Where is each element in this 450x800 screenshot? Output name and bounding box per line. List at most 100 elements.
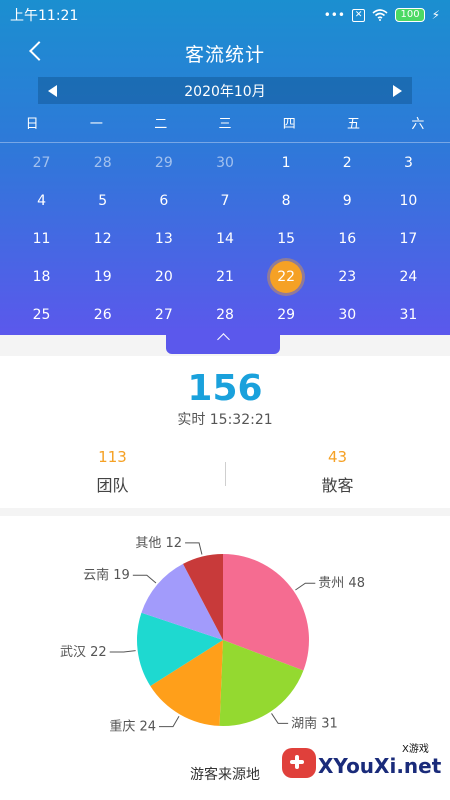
calendar-day[interactable]: 4 xyxy=(11,185,72,217)
team-count: 113 xyxy=(98,448,127,466)
calendar-day[interactable]: 23 xyxy=(317,261,378,293)
calendar-day-number: 28 xyxy=(216,307,234,323)
calendar-day[interactable]: 19 xyxy=(72,261,133,293)
calendar-day[interactable]: 22 xyxy=(256,261,317,293)
calendar-grid: 27 28 29 30 1 2 3 4 5 6 7 8 9 10 11 12 13 14 15 16 17 18 19 20 2… xyxy=(11,144,439,334)
gamepad-logo-icon xyxy=(282,748,316,778)
next-month-icon[interactable] xyxy=(392,84,402,97)
calendar-day[interactable]: 30 xyxy=(317,299,378,331)
weekday-label: 三 xyxy=(218,117,232,132)
more-dots-icon: ••• xyxy=(323,8,345,22)
calendar-week-row: 4 5 6 7 8 9 10 xyxy=(11,182,439,220)
weekday-label: 二 xyxy=(154,117,168,132)
pie-leader-line xyxy=(132,574,157,584)
calendar-day-number: 13 xyxy=(154,231,173,247)
calendar-day[interactable]: 27 xyxy=(133,299,194,331)
title-bar: 客流统计 xyxy=(0,30,450,76)
page-title: 客流统计 xyxy=(184,43,265,66)
calendar-day-number: 27 xyxy=(154,307,173,323)
calendar-day[interactable]: 10 xyxy=(378,185,439,217)
pie-label: 湖南 31 xyxy=(291,715,338,731)
calendar-day[interactable]: 30 xyxy=(194,147,255,179)
watermark: X游戏 XYouXi.net xyxy=(282,740,442,790)
calendar-day[interactable]: 28 xyxy=(194,299,255,331)
calendar-day[interactable]: 21 xyxy=(194,261,255,293)
calendar-day-number: 2 xyxy=(342,155,352,171)
calendar-day[interactable]: 13 xyxy=(133,223,194,255)
pie-label: 武汉 22 xyxy=(60,645,107,660)
calendar-day-number: 5 xyxy=(98,193,108,209)
calendar-day[interactable]: 29 xyxy=(256,299,317,331)
calendar-day[interactable]: 18 xyxy=(11,261,72,293)
calendar-day[interactable]: 9 xyxy=(317,185,378,217)
calendar-day-number: 31 xyxy=(399,307,418,323)
calendar-day-number: 1 xyxy=(281,155,291,171)
calendar-day-number: 18 xyxy=(32,269,51,285)
calendar-day[interactable]: 28 xyxy=(72,147,133,179)
individual-label: 散客 xyxy=(321,476,354,495)
watermark-small-text: X游戏 xyxy=(402,744,429,755)
calendar-day[interactable]: 24 xyxy=(378,261,439,293)
individual-stat: 43 散客 xyxy=(225,448,450,496)
calendar-day[interactable]: 26 xyxy=(72,299,133,331)
weekday-header: 日 一 二 三 四 五 六 xyxy=(0,113,450,137)
calendar-day-number: 17 xyxy=(399,231,418,247)
calendar-day-number: 25 xyxy=(32,307,51,323)
calendar-day-number: 3 xyxy=(403,155,413,171)
calendar-day[interactable]: 11 xyxy=(11,223,72,255)
calendar-day-number: 19 xyxy=(93,269,112,285)
calendar-day-number: 30 xyxy=(338,307,357,323)
wifi-icon xyxy=(372,9,388,21)
calendar-day-number: 6 xyxy=(159,193,169,209)
weekday-divider xyxy=(0,142,450,143)
calendar-day[interactable]: 6 xyxy=(133,185,194,217)
calendar-day-number: 26 xyxy=(93,307,112,323)
calendar-week-row: 27 28 29 30 1 2 3 xyxy=(11,144,439,182)
calendar-header: 上午11:21 ••• ✕ 100 ⚡ 客流统计 2020年10月 日 一 二 … xyxy=(0,0,450,335)
calendar-day-number: 27 xyxy=(32,155,51,171)
calendar-day[interactable]: 1 xyxy=(256,147,317,179)
calendar-day-number: 4 xyxy=(37,193,47,209)
calendar-day[interactable]: 16 xyxy=(317,223,378,255)
calendar-day[interactable]: 31 xyxy=(378,299,439,331)
prev-month-icon[interactable] xyxy=(48,84,57,97)
calendar-day-number: 14 xyxy=(216,231,234,247)
back-icon[interactable] xyxy=(26,41,48,63)
origin-pie-chart: 贵州 48 湖南 31 重庆 24 武汉 22 云南 19 其他 12 xyxy=(60,536,365,735)
calendar-day-number: 29 xyxy=(154,155,173,171)
calendar-day[interactable]: 20 xyxy=(133,261,194,293)
calendar-day[interactable]: 29 xyxy=(133,147,194,179)
pie-leader-line xyxy=(109,650,136,653)
calendar-day[interactable]: 14 xyxy=(194,223,255,255)
calendar-day[interactable]: 12 xyxy=(72,223,133,255)
calendar-day-number: 10 xyxy=(399,193,418,209)
calendar-day[interactable]: 7 xyxy=(194,185,255,217)
calendar-day[interactable]: 15 xyxy=(256,223,317,255)
calendar-day-number: 21 xyxy=(216,269,234,285)
status-time: 上午11:21 xyxy=(10,8,79,24)
calendar-week-row: 18 19 20 21 22 23 24 xyxy=(11,258,439,296)
calendar-day[interactable]: 27 xyxy=(11,147,72,179)
calendar-day[interactable]: 3 xyxy=(378,147,439,179)
pie-label: 贵州 48 xyxy=(318,576,365,591)
visitor-stats-card: 156 实时 15:32:21 113 团队 43 散客 xyxy=(0,356,450,508)
calendar-day-number: 28 xyxy=(93,155,112,171)
calendar-day-number: 9 xyxy=(342,193,352,209)
total-visitors: 156 xyxy=(187,368,263,409)
calendar-day[interactable]: 2 xyxy=(317,147,378,179)
calendar-day[interactable]: 8 xyxy=(256,185,317,217)
calendar-day-number: 22 xyxy=(270,261,303,293)
calendar-day-number: 29 xyxy=(277,307,296,323)
calendar-day[interactable]: 5 xyxy=(72,185,133,217)
weekday-label: 六 xyxy=(411,117,425,132)
collapse-calendar-tab[interactable] xyxy=(166,330,280,354)
calendar-day-number: 11 xyxy=(32,231,51,247)
calendar-day-number: 20 xyxy=(154,269,173,285)
pie-label: 其他 12 xyxy=(135,536,182,551)
pie-leader-line xyxy=(271,713,289,724)
calendar-day[interactable]: 25 xyxy=(11,299,72,331)
weekday-label: 五 xyxy=(347,117,361,132)
calendar-day-number: 12 xyxy=(93,231,112,247)
month-label: 2020年10月 xyxy=(184,83,266,100)
calendar-day[interactable]: 17 xyxy=(378,223,439,255)
